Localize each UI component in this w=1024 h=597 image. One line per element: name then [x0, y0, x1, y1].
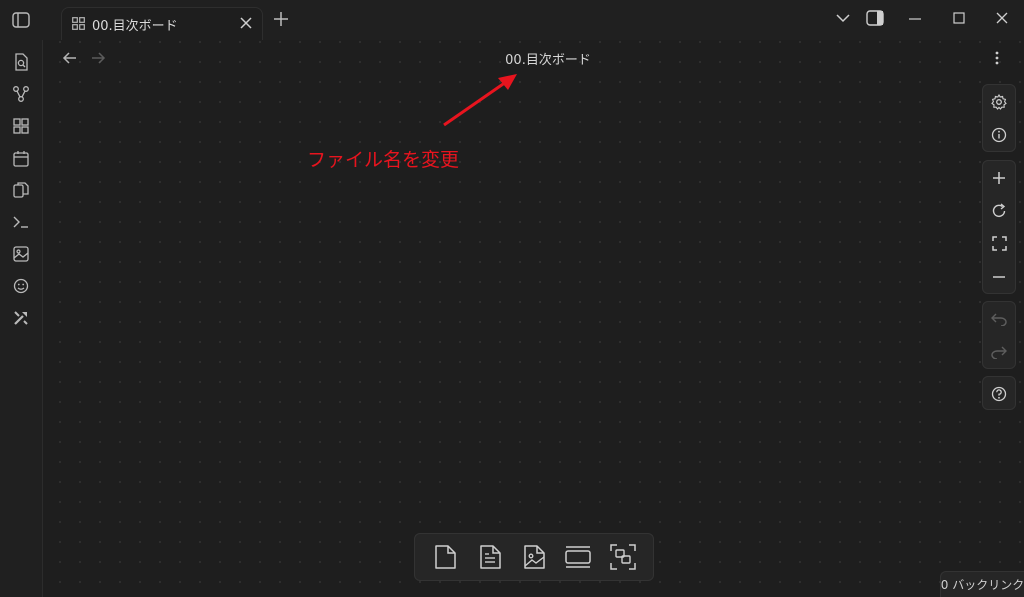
- new-tab-plus-icon[interactable]: [273, 11, 289, 27]
- board-grid-icon: [72, 17, 85, 30]
- gear-icon[interactable]: [983, 85, 1015, 118]
- tab-title: 00.目次ボード: [92, 19, 178, 34]
- view-title[interactable]: 00.目次ボード: [0, 49, 1024, 68]
- help-group: [982, 376, 1016, 410]
- selection-icon[interactable]: [607, 541, 639, 573]
- calendar-icon[interactable]: [11, 148, 31, 168]
- help-icon[interactable]: [983, 377, 1015, 410]
- group-icon[interactable]: [562, 541, 594, 573]
- right-sidebar-toggle-icon[interactable]: [866, 10, 884, 26]
- image-icon[interactable]: [11, 244, 31, 264]
- fullscreen-icon[interactable]: [983, 227, 1015, 260]
- history-group: [982, 301, 1016, 369]
- title-bar: 00.目次ボード: [0, 0, 1024, 40]
- info-icon[interactable]: [983, 118, 1015, 151]
- backlinks-status[interactable]: 0 バックリンク: [940, 571, 1024, 597]
- chevron-down-icon[interactable]: [835, 10, 851, 26]
- minimize-icon[interactable]: [908, 10, 922, 26]
- graph-view-icon[interactable]: [11, 84, 31, 104]
- tab-active[interactable]: 00.目次ボード: [61, 7, 263, 40]
- terminal-icon[interactable]: [11, 212, 31, 232]
- undo-icon[interactable]: [983, 302, 1015, 335]
- annotation-arrow: [440, 68, 522, 130]
- tools-icon[interactable]: [11, 308, 31, 328]
- rotate-icon[interactable]: [983, 194, 1015, 227]
- redo-icon[interactable]: [983, 335, 1015, 368]
- bottom-toolbar: [414, 533, 654, 581]
- minus-icon[interactable]: [983, 260, 1015, 293]
- board-canvas[interactable]: [44, 40, 1024, 597]
- left-ribbon: [0, 40, 43, 597]
- smiley-icon[interactable]: [11, 276, 31, 296]
- board-grid-icon[interactable]: [11, 116, 31, 136]
- window-close-icon[interactable]: [995, 10, 1009, 26]
- close-icon[interactable]: [239, 16, 253, 30]
- note-icon[interactable]: [474, 541, 506, 573]
- media-icon[interactable]: [518, 541, 550, 573]
- zoom-group: [982, 160, 1016, 294]
- sidebar-toggle-icon[interactable]: [10, 10, 32, 30]
- settings-group: [982, 84, 1016, 152]
- copy-files-icon[interactable]: [11, 180, 31, 200]
- maximize-icon[interactable]: [952, 10, 966, 26]
- more-options-icon[interactable]: [989, 50, 1005, 66]
- annotation-text: ファイル名を変更: [307, 149, 460, 171]
- new-card-icon[interactable]: [429, 541, 461, 573]
- plus-icon[interactable]: [983, 161, 1015, 194]
